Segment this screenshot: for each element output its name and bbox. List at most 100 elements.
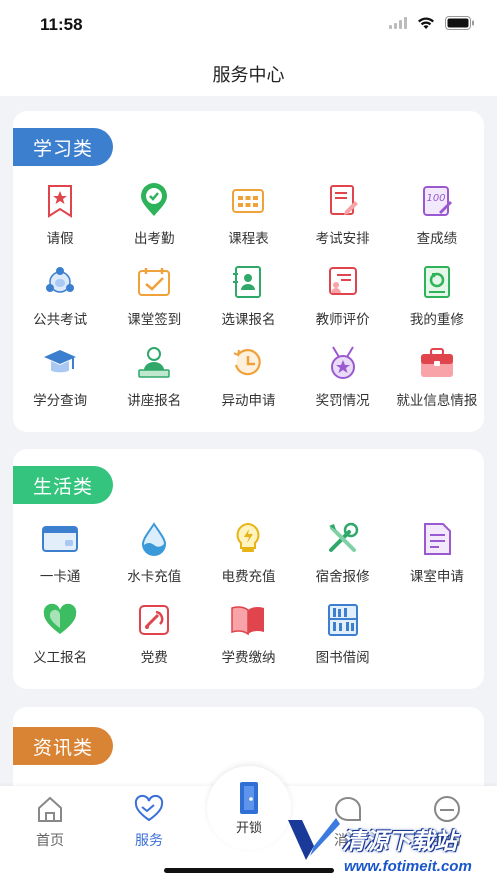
service-label: 课程表 [228, 231, 269, 246]
service-label: 我的重修 [409, 312, 464, 327]
service-label: 教师评价 [315, 312, 370, 327]
tuition-book-icon [231, 606, 265, 636]
section-study: 学习类 请假 出考勤 课程表 考试安排 100 查成绩 公共考试 课堂签到 选课… [13, 111, 484, 432]
repair-tools-icon [328, 522, 358, 552]
service-retake[interactable]: 我的重修 [390, 264, 484, 345]
service-library[interactable]: 图书借阅 [296, 602, 390, 683]
course-enroll-icon [233, 266, 262, 298]
status-icons [389, 16, 475, 30]
lightbulb-icon [237, 522, 260, 552]
section-header-study: 学习类 [13, 128, 114, 166]
library-shelf-icon [327, 604, 358, 636]
service-dorm-repair[interactable]: 宿舍报修 [296, 521, 390, 602]
watermark-logo-icon [288, 818, 340, 860]
service-teacher-review[interactable]: 教师评价 [296, 264, 390, 345]
service-label: 学费缴纳 [221, 650, 276, 665]
service-label: 考试安排 [315, 231, 370, 246]
unlock-button[interactable]: 开锁 [207, 766, 291, 850]
tab-label: 服务 [135, 832, 163, 848]
service-attendance[interactable]: 出考勤 [107, 183, 201, 264]
watermark-url: www.fotimeit.com [344, 858, 472, 875]
status-time: 11:58 [40, 15, 83, 34]
section-life: 生活类 一卡通 水卡充值 电费充值 宿舍报修 课室申请 义工报名 党费 学费缴纳… [13, 449, 484, 689]
volunteer-heart-icon [43, 603, 77, 634]
service-label: 课室申请 [409, 569, 464, 584]
service-label: 宿舍报修 [315, 569, 370, 584]
nav-bar: 服务中心 [0, 52, 497, 96]
credits-cap-icon [44, 350, 77, 373]
job-briefcase-icon [420, 348, 453, 377]
service-label: 讲座报名 [127, 393, 182, 408]
service-heart-icon [134, 794, 164, 822]
campus-card-icon [42, 526, 79, 552]
service-course-enroll[interactable]: 选课报名 [201, 264, 295, 345]
service-water-card[interactable]: 水卡充值 [107, 521, 201, 602]
service-lecture[interactable]: 讲座报名 [107, 345, 201, 426]
service-credits[interactable]: 学分查询 [13, 345, 107, 426]
service-label: 电费充值 [221, 569, 276, 584]
service-electricity[interactable]: 电费充值 [201, 521, 295, 602]
service-status-change[interactable]: 异动申请 [201, 345, 295, 426]
service-label: 公共考试 [33, 312, 88, 327]
service-leave[interactable]: 请假 [13, 183, 107, 264]
service-classroom-apply[interactable]: 课室申请 [390, 521, 484, 602]
service-tuition[interactable]: 学费缴纳 [201, 602, 295, 683]
classroom-doc-icon [423, 523, 451, 555]
water-drop-icon [142, 522, 167, 556]
public-exam-icon [46, 267, 75, 293]
teacher-review-icon [328, 267, 357, 295]
wifi-icon [418, 17, 434, 29]
lecture-icon [138, 347, 171, 378]
exam-schedule-icon [329, 185, 358, 215]
service-timetable[interactable]: 课程表 [201, 183, 295, 264]
status-bar: 11:58 [0, 0, 497, 52]
class-checkin-icon [138, 268, 171, 296]
service-label: 党费 [140, 650, 168, 665]
service-label: 异动申请 [221, 393, 276, 408]
watermark-title: 清源下载站 [342, 828, 457, 854]
service-label: 奖罚情况 [315, 393, 370, 408]
service-volunteer[interactable]: 义工报名 [13, 602, 107, 683]
service-label: 查成绩 [416, 231, 458, 246]
retake-icon [423, 266, 450, 298]
service-label: 义工报名 [33, 650, 88, 665]
service-campus-card[interactable]: 一卡通 [13, 521, 107, 602]
service-label: 选课报名 [221, 312, 276, 327]
service-public-exam[interactable]: 公共考试 [13, 264, 107, 345]
service-party-fee[interactable]: 党费 [107, 602, 201, 683]
attendance-check-icon [141, 183, 168, 216]
home-icon [38, 796, 62, 822]
service-rewards[interactable]: 奖罚情况 [296, 345, 390, 426]
signal-icon [389, 17, 407, 29]
svg-text:100: 100 [426, 193, 445, 204]
service-label: 一卡通 [39, 569, 81, 584]
service-label: 学分查询 [33, 393, 88, 408]
service-label: 水卡充值 [127, 569, 182, 584]
door-unlock-icon [240, 781, 258, 814]
service-label: 就业信息情报 [396, 393, 478, 408]
medal-icon [330, 346, 355, 379]
study-grid: 请假 出考勤 课程表 考试安排 100 查成绩 公共考试 课堂签到 选课报名 教… [13, 183, 484, 426]
service-class-checkin[interactable]: 课堂签到 [107, 264, 201, 345]
service-label: 请假 [46, 231, 74, 246]
party-fee-icon [139, 605, 170, 635]
timetable-icon [232, 189, 265, 213]
section-header-news: 资讯类 [13, 727, 114, 765]
tab-home[interactable]: 首页 [10, 794, 90, 850]
grades-icon: 100 [422, 186, 452, 216]
home-indicator [164, 868, 334, 873]
tab-label: 首页 [36, 832, 64, 848]
tab-service[interactable]: 服务 [109, 794, 189, 850]
leave-bookmark-icon [48, 185, 73, 218]
battery-icon [445, 16, 474, 30]
service-grades[interactable]: 100 查成绩 [390, 183, 484, 264]
section-header-life: 生活类 [13, 466, 114, 504]
life-grid: 一卡通 水卡充值 电费充值 宿舍报修 课室申请 义工报名 党费 学费缴纳 图书借… [13, 521, 484, 683]
status-change-clock-icon [234, 349, 262, 376]
service-label: 课堂签到 [127, 312, 182, 327]
service-label: 出考勤 [134, 231, 175, 246]
service-label: 图书借阅 [315, 650, 370, 665]
page-title: 服务中心 [212, 65, 285, 85]
service-exam-schedule[interactable]: 考试安排 [296, 183, 390, 264]
service-job-info[interactable]: 就业信息情报 [390, 345, 484, 426]
